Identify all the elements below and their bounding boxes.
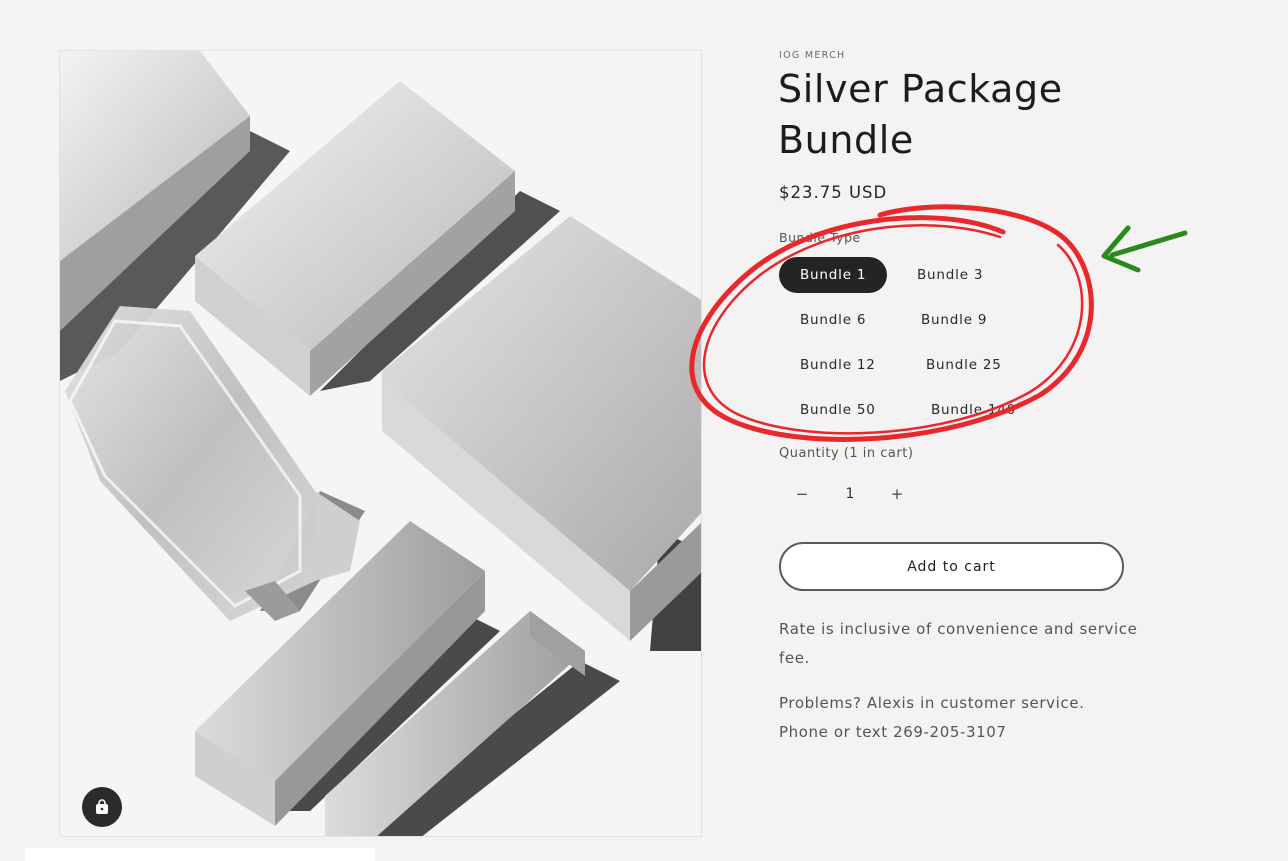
bottom-panel <box>25 848 375 861</box>
variant-option-bundle-140[interactable]: Bundle 140 <box>910 392 1037 428</box>
shopping-bag-icon <box>96 799 108 814</box>
annotation-arrow-icon <box>1101 225 1188 273</box>
variant-option-bundle-6[interactable]: Bundle 6 <box>779 302 887 338</box>
product-title: Silver Package Bundle <box>778 67 1063 162</box>
quantity-label: Quantity (1 in cart) <box>779 446 914 461</box>
product-image <box>59 50 702 837</box>
variant-option-bundle-25[interactable]: Bundle 25 <box>905 347 1023 383</box>
fee-note: Rate is inclusive of convenience and ser… <box>779 620 1138 667</box>
bundle-type-label: Bundle Type <box>779 230 861 245</box>
shopping-bag-button[interactable] <box>82 787 122 827</box>
quantity-input[interactable] <box>835 480 865 508</box>
variant-option-bundle-12[interactable]: Bundle 12 <box>779 347 897 383</box>
variant-option-bundle-3[interactable]: Bundle 3 <box>896 257 1004 293</box>
product-price: $23.75 USD <box>779 183 888 202</box>
variant-option-bundle-1[interactable]: Bundle 1 <box>779 257 888 293</box>
silver-boxes-photo <box>60 51 701 836</box>
quantity-increase-button[interactable]: + <box>882 480 912 508</box>
variant-option-bundle-50[interactable]: Bundle 50 <box>779 392 897 428</box>
customer-service-note: Problems? Alexis in customer service. Ph… <box>779 694 1085 741</box>
add-to-cart-button[interactable]: Add to cart <box>779 542 1124 591</box>
variant-option-bundle-9[interactable]: Bundle 9 <box>900 302 1008 338</box>
vendor-label: IOG MERCH <box>779 50 846 61</box>
quantity-decrease-button[interactable]: − <box>787 480 817 508</box>
